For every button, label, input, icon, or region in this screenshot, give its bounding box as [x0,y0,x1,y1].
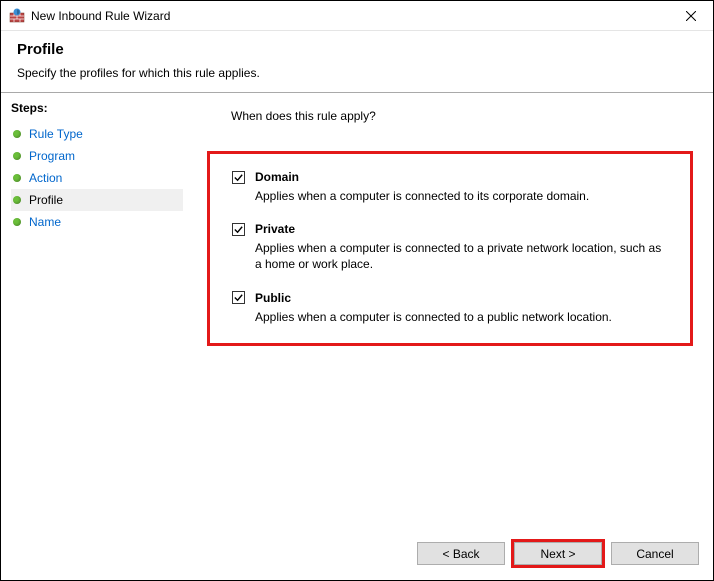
step-profile[interactable]: Profile [11,189,183,211]
bullet-icon [13,174,21,182]
close-icon [686,11,696,21]
option-desc: Applies when a computer is connected to … [255,240,670,272]
wizard-header: Profile Specify the profiles for which t… [1,31,713,92]
checkmark-icon [233,292,244,303]
cancel-button[interactable]: Cancel [611,542,699,565]
step-label: Action [29,171,62,185]
steps-sidebar: Steps: Rule Type Program Action Profile … [1,93,187,580]
checkmark-icon [233,172,244,183]
checkbox-domain[interactable] [232,171,245,184]
option-domain: Domain Applies when a computer is connec… [232,170,670,204]
steps-label: Steps: [11,101,187,115]
option-title: Private [255,222,295,236]
bullet-icon [13,218,21,226]
checkbox-public[interactable] [232,291,245,304]
option-private: Private Applies when a computer is conne… [232,222,670,272]
bullet-icon [13,152,21,160]
wizard-body: Steps: Rule Type Program Action Profile … [1,93,713,580]
option-title: Public [255,291,291,305]
back-button[interactable]: < Back [417,542,505,565]
checkmark-icon [233,224,244,235]
page-title: Profile [17,41,713,58]
question-text: When does this rule apply? [231,109,693,123]
step-label: Rule Type [29,127,83,141]
step-label: Name [29,215,61,229]
window-title: New Inbound Rule Wizard [31,9,170,23]
wizard-window: New Inbound Rule Wizard Profile Specify … [0,0,714,581]
step-label: Program [29,149,75,163]
options-highlight-box: Domain Applies when a computer is connec… [207,151,693,346]
option-desc: Applies when a computer is connected to … [255,309,670,325]
next-button[interactable]: Next > [514,542,602,565]
step-rule-type[interactable]: Rule Type [11,123,187,145]
wizard-footer: < Back Next > Cancel [417,539,699,568]
option-title: Domain [255,170,299,184]
bullet-icon [13,196,21,204]
bullet-icon [13,130,21,138]
step-name[interactable]: Name [11,211,187,233]
option-desc: Applies when a computer is connected to … [255,188,670,204]
step-label: Profile [29,193,63,207]
main-panel: When does this rule apply? Domain Applie… [187,93,713,580]
close-button[interactable] [668,1,713,30]
next-highlight-box: Next > [511,539,605,568]
titlebar: New Inbound Rule Wizard [1,1,713,31]
step-action[interactable]: Action [11,167,187,189]
firewall-icon [9,8,25,24]
option-public: Public Applies when a computer is connec… [232,291,670,325]
page-subtitle: Specify the profiles for which this rule… [17,66,713,80]
step-program[interactable]: Program [11,145,187,167]
checkbox-private[interactable] [232,223,245,236]
